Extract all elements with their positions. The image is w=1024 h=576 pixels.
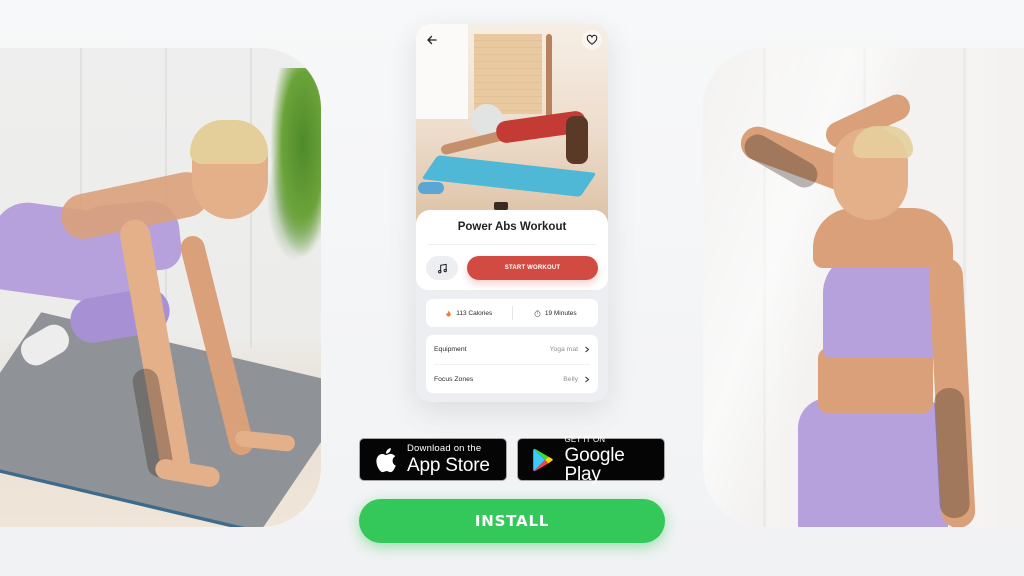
stat-duration: 19 Minutes bbox=[513, 310, 599, 317]
hair bbox=[566, 116, 588, 164]
detail-row-equipment[interactable]: Equipment Yoga mat bbox=[434, 335, 590, 364]
workout-title: Power Abs Workout bbox=[457, 221, 567, 233]
sports-top bbox=[823, 253, 941, 358]
detail-label: Focus Zones bbox=[434, 375, 474, 383]
leggings bbox=[798, 398, 948, 527]
stopwatch-icon bbox=[534, 309, 541, 317]
chevron-right-icon bbox=[585, 376, 590, 382]
room-divider bbox=[474, 34, 542, 114]
heart-icon bbox=[586, 34, 598, 45]
detail-value: Belly bbox=[563, 375, 578, 383]
chevron-right-icon bbox=[585, 346, 590, 353]
install-button[interactable]: INSTALL bbox=[359, 499, 665, 543]
favorite-button[interactable] bbox=[582, 30, 602, 50]
buzzcut-hair bbox=[190, 120, 268, 164]
buzzcut-hair bbox=[853, 126, 913, 158]
plant bbox=[270, 68, 321, 258]
stat-calories: 113 Calories bbox=[426, 310, 512, 317]
music-note-icon bbox=[437, 263, 447, 273]
google-play-badge[interactable]: GET IT ON Google Play bbox=[517, 434, 665, 485]
start-workout-button[interactable]: START WORKOUT bbox=[467, 256, 598, 280]
app-store-small-text: Download on the bbox=[407, 443, 482, 455]
arrow-left-icon bbox=[427, 35, 437, 45]
right-promo-photo bbox=[703, 48, 1024, 527]
duration-label: 19 Minutes bbox=[544, 309, 577, 317]
divider bbox=[428, 244, 596, 245]
app-store-big-text: App Store bbox=[407, 454, 490, 476]
back-button[interactable] bbox=[422, 30, 442, 50]
detail-label: Equipment bbox=[434, 346, 467, 353]
raised-arm bbox=[546, 34, 552, 124]
flame-icon bbox=[446, 309, 451, 317]
app-store-badge[interactable]: Download on the App Store bbox=[359, 438, 507, 481]
google-play-icon bbox=[532, 448, 553, 471]
detail-value: Yoga mat bbox=[549, 346, 578, 353]
phone-on-floor bbox=[494, 202, 508, 210]
dumbbells bbox=[418, 182, 444, 194]
music-button[interactable] bbox=[426, 256, 458, 280]
detail-row-focus-zones[interactable]: Focus Zones Belly bbox=[434, 364, 590, 393]
workout-sheet: Power Abs Workout START WORKOUT bbox=[416, 210, 608, 290]
app-preview-card: Power Abs Workout START WORKOUT 113 Calo… bbox=[416, 24, 608, 402]
google-play-small-text: GET IT ON bbox=[564, 434, 606, 444]
workout-hero-image bbox=[416, 24, 608, 224]
calories-label: 113 Calories bbox=[456, 309, 493, 317]
workout-details-list: Equipment Yoga mat Focus Zones Belly bbox=[426, 335, 598, 393]
apple-icon bbox=[376, 447, 396, 472]
google-play-big-text: Google Play bbox=[564, 444, 625, 485]
workout-stats: 113 Calories 19 Minutes bbox=[426, 299, 598, 327]
left-promo-photo bbox=[0, 48, 321, 527]
